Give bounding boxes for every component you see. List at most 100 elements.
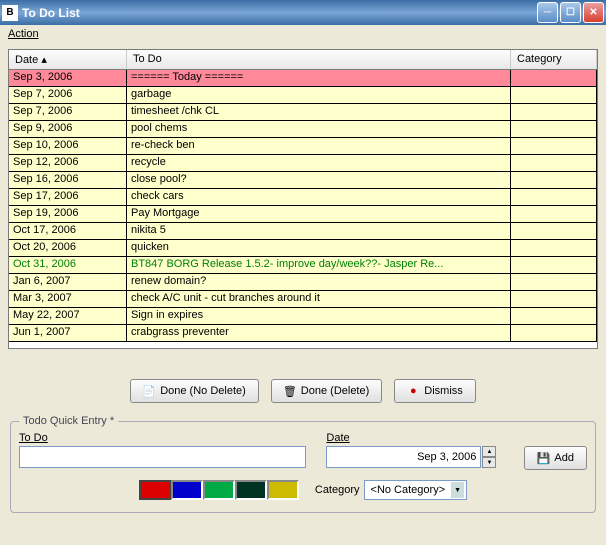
todo-label: To Do — [19, 432, 306, 444]
cell-category — [511, 87, 597, 104]
table-row[interactable]: May 22, 2007Sign in expires — [9, 308, 597, 325]
trash-icon: 🗑 — [284, 385, 296, 397]
maximize-button[interactable]: ☐ — [560, 2, 581, 23]
cell-todo: re-check ben — [127, 138, 511, 155]
cell-todo: nikita 5 — [127, 223, 511, 240]
col-header-date[interactable]: Date ▴ — [9, 50, 127, 69]
cell-todo: close pool? — [127, 172, 511, 189]
table-row[interactable]: Sep 12, 2006recycle — [9, 155, 597, 172]
category-combo[interactable]: <No Category> ▼ — [364, 480, 468, 500]
cell-date: Sep 9, 2006 — [9, 121, 127, 138]
dismiss-button[interactable]: ●Dismiss — [394, 379, 476, 403]
add-button[interactable]: 💾Add — [524, 446, 587, 470]
cell-date: Oct 31, 2006 — [9, 257, 127, 274]
window-title: To Do List — [22, 6, 537, 20]
menu-bar: Action — [0, 25, 606, 47]
category-label: Category — [315, 484, 360, 496]
cell-date: Oct 17, 2006 — [9, 223, 127, 240]
cell-date: Sep 12, 2006 — [9, 155, 127, 172]
table-row[interactable]: Mar 3, 2007check A/C unit - cut branches… — [9, 291, 597, 308]
cell-todo: BT847 BORG Release 1.5.2- improve day/we… — [127, 257, 511, 274]
cell-date: Mar 3, 2007 — [9, 291, 127, 308]
cell-category — [511, 189, 597, 206]
dismiss-icon: ● — [407, 385, 419, 397]
table-row[interactable]: Sep 3, 2006====== Today ====== — [9, 70, 597, 87]
table-header: Date ▴ To Do Category — [9, 50, 597, 70]
cell-date: Sep 7, 2006 — [9, 104, 127, 121]
cell-category — [511, 104, 597, 121]
cell-date: Sep 16, 2006 — [9, 172, 127, 189]
cell-category — [511, 274, 597, 291]
table-row[interactable]: Sep 9, 2006pool chems — [9, 121, 597, 138]
table-row[interactable]: Sep 7, 2006garbage — [9, 87, 597, 104]
date-down-button[interactable]: ▼ — [482, 457, 496, 468]
color-swatch[interactable] — [267, 480, 299, 500]
cell-todo: crabgrass preventer — [127, 325, 511, 342]
color-swatch[interactable] — [171, 480, 203, 500]
cell-todo: check cars — [127, 189, 511, 206]
cell-category — [511, 257, 597, 274]
app-icon: B — [2, 5, 18, 21]
close-button[interactable]: ✕ — [583, 2, 604, 23]
cell-todo: Pay Mortgage — [127, 206, 511, 223]
title-bar: B To Do List ─ ☐ ✕ — [0, 0, 606, 25]
cell-category — [511, 308, 597, 325]
cell-category — [511, 138, 597, 155]
table-body: Sep 3, 2006====== Today ======Sep 7, 200… — [9, 70, 597, 342]
table-row[interactable]: Sep 10, 2006re-check ben — [9, 138, 597, 155]
cell-date: Sep 17, 2006 — [9, 189, 127, 206]
table-row[interactable]: Jan 6, 2007renew domain? — [9, 274, 597, 291]
done-delete-button[interactable]: 🗑Done (Delete) — [271, 379, 382, 403]
cell-date: Sep 7, 2006 — [9, 87, 127, 104]
cell-todo: check A/C unit - cut branches around it — [127, 291, 511, 308]
color-swatch[interactable] — [203, 480, 235, 500]
cell-date: Oct 20, 2006 — [9, 240, 127, 257]
cell-todo: renew domain? — [127, 274, 511, 291]
cell-date: Sep 3, 2006 — [9, 70, 127, 87]
quick-entry-legend: Todo Quick Entry * — [19, 415, 118, 427]
cell-todo: garbage — [127, 87, 511, 104]
cell-category — [511, 206, 597, 223]
cell-todo: Sign in expires — [127, 308, 511, 325]
cell-category — [511, 223, 597, 240]
cell-date: Jun 1, 2007 — [9, 325, 127, 342]
color-swatch[interactable] — [235, 480, 267, 500]
todo-input[interactable] — [19, 446, 306, 468]
cell-category — [511, 172, 597, 189]
cell-todo: pool chems — [127, 121, 511, 138]
table-row[interactable]: Sep 16, 2006close pool? — [9, 172, 597, 189]
table-row[interactable]: Oct 20, 2006quicken — [9, 240, 597, 257]
done-no-delete-button[interactable]: 📄Done (No Delete) — [130, 379, 259, 403]
quick-entry-panel: Todo Quick Entry * To Do Date Sep 3, 200… — [10, 421, 596, 513]
date-up-button[interactable]: ▲ — [482, 446, 496, 457]
cell-date: Jan 6, 2007 — [9, 274, 127, 291]
chevron-down-icon: ▼ — [451, 482, 464, 498]
cell-todo: ====== Today ====== — [127, 70, 511, 87]
action-menu[interactable]: Action — [8, 28, 39, 40]
table-row[interactable]: Sep 7, 2006timesheet /chk CL — [9, 104, 597, 121]
table-row[interactable]: Sep 17, 2006check cars — [9, 189, 597, 206]
table-row[interactable]: Oct 17, 2006nikita 5 — [9, 223, 597, 240]
cell-todo: timesheet /chk CL — [127, 104, 511, 121]
cell-date: Sep 10, 2006 — [9, 138, 127, 155]
table-row[interactable]: Oct 31, 2006BT847 BORG Release 1.5.2- im… — [9, 257, 597, 274]
cell-todo: quicken — [127, 240, 511, 257]
date-input[interactable]: Sep 3, 2006 — [326, 446, 481, 468]
col-header-category[interactable]: Category — [511, 50, 597, 69]
minimize-button[interactable]: ─ — [537, 2, 558, 23]
table-row[interactable]: Sep 19, 2006Pay Mortgage — [9, 206, 597, 223]
cell-category — [511, 155, 597, 172]
cell-date: May 22, 2007 — [9, 308, 127, 325]
cell-date: Sep 19, 2006 — [9, 206, 127, 223]
table-row[interactable]: Jun 1, 2007crabgrass preventer — [9, 325, 597, 342]
sort-icon: ▴ — [41, 54, 47, 66]
cell-category — [511, 325, 597, 342]
cell-category — [511, 291, 597, 308]
cell-category — [511, 121, 597, 138]
color-swatch[interactable] — [139, 480, 171, 500]
col-header-todo[interactable]: To Do — [127, 50, 511, 69]
cell-category — [511, 240, 597, 257]
cell-todo: recycle — [127, 155, 511, 172]
todo-table: Date ▴ To Do Category Sep 3, 2006====== … — [8, 49, 598, 349]
date-label: Date — [326, 432, 496, 444]
